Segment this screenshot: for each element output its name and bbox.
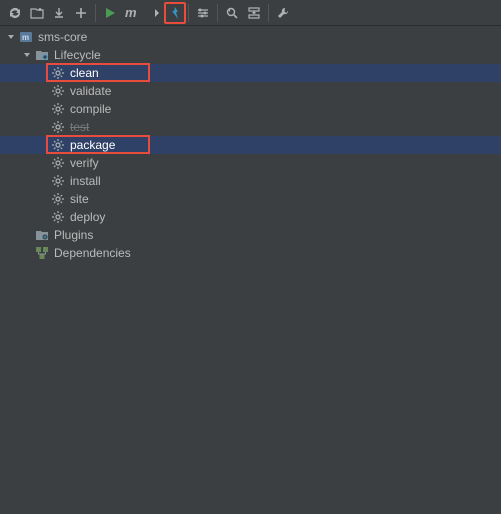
run-icon[interactable] bbox=[99, 2, 121, 24]
toolbar-separator bbox=[217, 4, 218, 22]
maven-toolbar bbox=[0, 0, 501, 26]
deps-icon bbox=[34, 245, 50, 261]
gear-icon bbox=[50, 83, 66, 99]
tree-node-lifecycle[interactable]: Lifecycle bbox=[0, 46, 501, 64]
toolbar-separator bbox=[268, 4, 269, 22]
tree-node-label: Plugins bbox=[54, 226, 93, 244]
tree-node-sms-core[interactable]: sms-core bbox=[0, 28, 501, 46]
tree-node-label: test bbox=[70, 118, 89, 136]
gear-icon bbox=[50, 101, 66, 117]
gear-icon bbox=[50, 155, 66, 171]
wrench-icon[interactable] bbox=[272, 2, 294, 24]
tree-node-label: site bbox=[70, 190, 89, 208]
tree-node-site[interactable]: site bbox=[0, 190, 501, 208]
gear-icon bbox=[50, 209, 66, 225]
settings-sliders-icon[interactable] bbox=[192, 2, 214, 24]
tree-node-label: compile bbox=[70, 100, 111, 118]
tree-node-label: Lifecycle bbox=[54, 46, 101, 64]
gear-icon bbox=[50, 119, 66, 135]
add-icon[interactable] bbox=[70, 2, 92, 24]
skip-tests-icon[interactable] bbox=[143, 2, 165, 24]
tree-node-label: Dependencies bbox=[54, 244, 131, 262]
tree-node-plugins[interactable]: Plugins bbox=[0, 226, 501, 244]
gear-icon bbox=[50, 191, 66, 207]
folder-cycle-icon bbox=[34, 47, 50, 63]
add-project-icon[interactable] bbox=[26, 2, 48, 24]
offline-icon[interactable] bbox=[164, 2, 186, 24]
refresh-icon[interactable] bbox=[4, 2, 26, 24]
maven-projects-tree: sms-coreLifecyclecleanvalidatecompiletes… bbox=[0, 26, 501, 264]
maven-project-icon bbox=[18, 29, 34, 45]
m-icon[interactable] bbox=[121, 2, 143, 24]
folder-plugins-icon bbox=[34, 227, 50, 243]
gear-icon bbox=[50, 65, 66, 81]
tree-node-label: deploy bbox=[70, 208, 105, 226]
tree-node-compile[interactable]: compile bbox=[0, 100, 501, 118]
tree-node-package[interactable]: package bbox=[0, 136, 501, 154]
toolbar-separator bbox=[188, 4, 189, 22]
tree-node-label: verify bbox=[70, 154, 99, 172]
gear-icon bbox=[50, 173, 66, 189]
tree-node-verify[interactable]: verify bbox=[0, 154, 501, 172]
tree-node-label: install bbox=[70, 172, 101, 190]
tree-node-clean[interactable]: clean bbox=[0, 64, 501, 82]
toolbar-separator bbox=[95, 4, 96, 22]
tree-node-label: clean bbox=[70, 64, 99, 82]
tree-node-label: package bbox=[70, 136, 115, 154]
tree-node-label: sms-core bbox=[38, 28, 87, 46]
tree-node-install[interactable]: install bbox=[0, 172, 501, 190]
tree-node-dependencies[interactable]: Dependencies bbox=[0, 244, 501, 262]
find-icon[interactable] bbox=[221, 2, 243, 24]
tree-node-test[interactable]: test bbox=[0, 118, 501, 136]
tree-node-deploy[interactable]: deploy bbox=[0, 208, 501, 226]
chevron-down-icon[interactable] bbox=[4, 30, 18, 44]
chevron-down-icon[interactable] bbox=[20, 48, 34, 62]
gear-icon bbox=[50, 137, 66, 153]
collapse-icon[interactable] bbox=[243, 2, 265, 24]
tree-node-validate[interactable]: validate bbox=[0, 82, 501, 100]
tree-node-label: validate bbox=[70, 82, 111, 100]
download-icon[interactable] bbox=[48, 2, 70, 24]
